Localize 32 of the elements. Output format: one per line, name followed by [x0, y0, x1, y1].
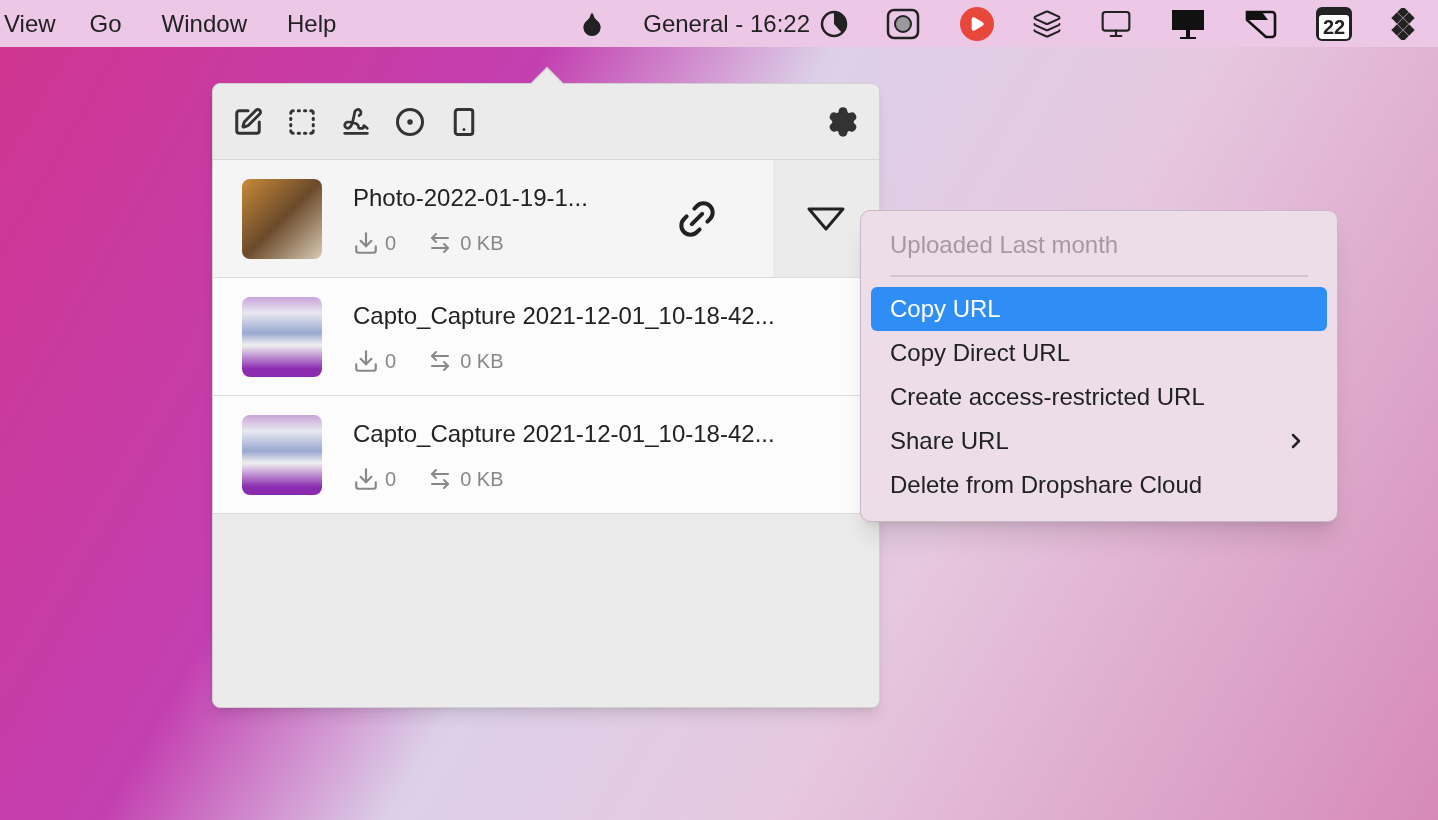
diamond-grid-icon[interactable]: [1390, 7, 1416, 40]
camera-icon[interactable]: [886, 6, 922, 41]
menu-item[interactable]: View: [4, 5, 56, 42]
file-name: Capto_Capture 2021-12-01_10-18-42...: [353, 300, 776, 331]
display-icon[interactable]: [1170, 7, 1206, 40]
dropdown-button[interactable]: [773, 160, 879, 277]
menu-item[interactable]: Window: [161, 5, 247, 42]
menu-item[interactable]: Help: [286, 5, 337, 42]
status-text[interactable]: General - 16:22: [643, 5, 810, 42]
play-icon[interactable]: [960, 6, 994, 41]
file-size: 0 KB: [460, 230, 504, 256]
record-icon[interactable]: [395, 106, 425, 137]
selection-icon[interactable]: [287, 106, 317, 137]
download-count: 0: [385, 230, 397, 256]
edit-icon[interactable]: [233, 106, 263, 137]
download-icon: [353, 465, 379, 492]
layers-icon[interactable]: [1032, 8, 1062, 39]
download-icon: [353, 347, 379, 374]
triangle-icon: [806, 205, 846, 232]
pie-icon[interactable]: [820, 9, 848, 38]
file-size: 0 KB: [460, 348, 504, 374]
calendar-icon[interactable]: 22: [1316, 6, 1352, 41]
menu-item[interactable]: Go: [89, 5, 122, 42]
file-size: 0 KB: [460, 466, 504, 492]
file-name: Capto_Capture 2021-12-01_10-18-42...: [353, 418, 776, 449]
download-count: 0: [385, 348, 397, 374]
file-name: Photo-2022-01-19-1...: [353, 182, 589, 213]
signature-icon[interactable]: [341, 106, 371, 137]
download-icon: [353, 229, 379, 256]
menu-header: Uploaded Last month: [889, 230, 1120, 260]
file-row[interactable]: Photo-2022-01-19-1... 0 0 KB: [213, 160, 879, 278]
download-count: 0: [385, 466, 397, 492]
